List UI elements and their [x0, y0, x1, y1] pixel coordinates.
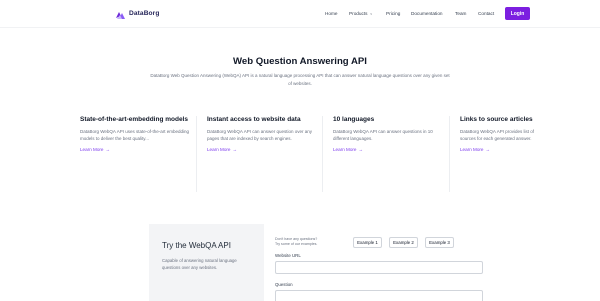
- arrow-right-icon: →: [232, 147, 238, 153]
- website-url-input[interactable]: [275, 261, 483, 274]
- chevron-down-icon: ⌄: [369, 10, 373, 16]
- example-2-button[interactable]: Example 2: [389, 237, 418, 248]
- example-3-button[interactable]: Example 3: [425, 237, 454, 248]
- nav-contact[interactable]: Contact: [478, 11, 494, 16]
- page-subtitle: DataBorg Web Question Answering (WebQA) …: [150, 73, 450, 86]
- login-button[interactable]: Login: [505, 7, 530, 20]
- feature-card-embedding: State-of-the-art-embedding models DataBo…: [80, 116, 190, 192]
- examples-hint: Don't have any questions? Try some of ou…: [275, 237, 317, 247]
- feature-description: DataBorg WebQA API can answer question o…: [207, 128, 312, 141]
- feature-description: DataBorg WebQA API uses state-of-the-art…: [80, 128, 189, 141]
- nav-home[interactable]: Home: [325, 11, 338, 16]
- learn-more-link[interactable]: Learn More →: [80, 147, 190, 152]
- arrow-right-icon: →: [105, 147, 111, 153]
- example-1-button[interactable]: Example 1: [353, 237, 382, 248]
- try-api-title: Try the WebQA API: [162, 241, 231, 250]
- nav-pricing[interactable]: Pricing: [386, 11, 400, 16]
- feature-title: Links to source articles: [460, 116, 533, 123]
- feature-card-instant-access: Instant access to website data DataBorg …: [196, 116, 322, 192]
- page-title: Web Question Answering API: [233, 56, 367, 67]
- feature-card-languages: 10 languages DataBorg WebQA API can answ…: [322, 116, 448, 192]
- learn-more-label: Learn More: [333, 147, 357, 153]
- learn-more-label: Learn More: [207, 147, 231, 153]
- nav-products-label: Products: [349, 11, 368, 16]
- feature-description: DataBorg WebQA API can answer questions …: [333, 128, 433, 141]
- question-label: Question: [275, 282, 293, 287]
- feature-title: Instant access to website data: [207, 116, 301, 123]
- feature-card-sources: Links to source articles DataBorg WebQA …: [449, 116, 549, 192]
- feature-description: DataBorg WebQA API provides list of sour…: [460, 128, 534, 141]
- arrow-right-icon: →: [358, 147, 364, 153]
- examples-hint-line-2: Try some of our examples.: [275, 241, 318, 246]
- learn-more-label: Learn More: [80, 147, 104, 153]
- nav-documentation[interactable]: Documentation: [411, 11, 443, 16]
- try-api-description: Capable of answering natural language qu…: [162, 258, 237, 271]
- learn-more-link[interactable]: Learn More →: [460, 147, 549, 152]
- learn-more-label: Learn More: [460, 147, 484, 153]
- learn-more-link[interactable]: Learn More →: [207, 147, 322, 152]
- nav-products[interactable]: Products ⌄: [349, 10, 373, 17]
- learn-more-link[interactable]: Learn More →: [333, 147, 448, 152]
- feature-title: 10 languages: [333, 116, 375, 123]
- website-url-label: Website URL: [275, 253, 301, 258]
- arrow-right-icon: →: [485, 147, 491, 153]
- nav-team[interactable]: Team: [455, 11, 466, 16]
- top-navbar: DataBorg Home Products ⌄ Pricing Document…: [0, 0, 600, 28]
- feature-title: State-of-the-art-embedding models: [80, 116, 188, 123]
- question-input[interactable]: [275, 290, 483, 301]
